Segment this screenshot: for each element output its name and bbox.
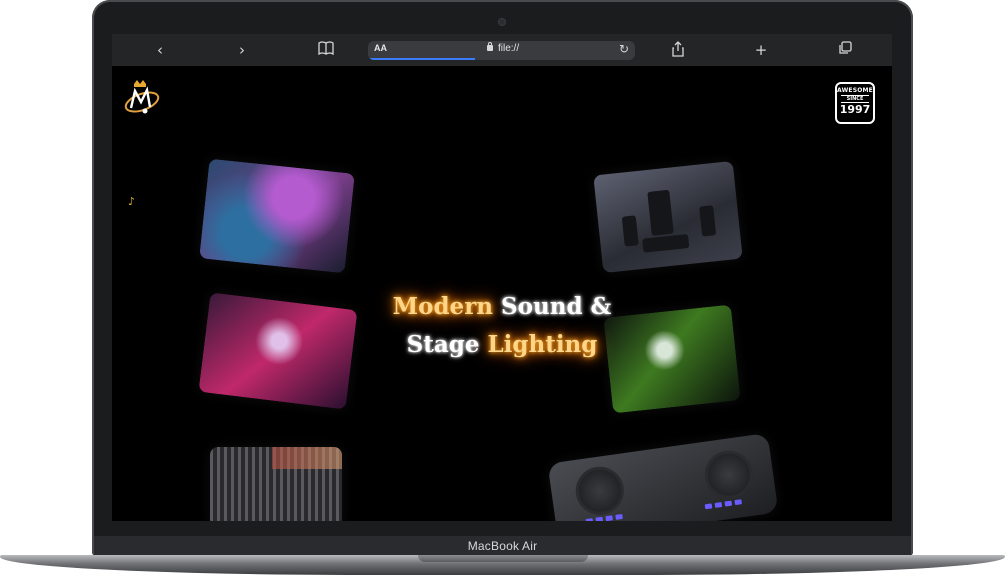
device-label: MacBook Air	[467, 539, 538, 553]
headline: Modern Sound & Stage Lighting	[312, 288, 692, 364]
headline-word: Sound	[501, 293, 583, 320]
badge-top-text: AWESOME	[837, 87, 873, 94]
laptop-notch	[418, 555, 588, 562]
since-1997-badge: AWESOME SINCE 1997	[835, 82, 875, 124]
headline-line-1: Modern Sound &	[312, 288, 692, 326]
logo-icon	[124, 80, 160, 114]
address-bar[interactable]: AA file:// ↻	[368, 41, 635, 60]
plus-icon[interactable]: +	[750, 41, 772, 59]
speaker-system-photo	[593, 160, 743, 274]
lock-icon	[487, 42, 493, 51]
headline-word: Modern	[392, 293, 494, 320]
tabs-icon[interactable]	[834, 41, 856, 59]
dj-photo	[199, 158, 355, 274]
reader-button[interactable]: AA	[374, 43, 387, 53]
dj-controller-photo	[547, 432, 779, 521]
book-icon[interactable]	[315, 41, 337, 59]
mixing-console-photo	[210, 447, 342, 521]
browser-toolbar: ‹ › AA file:// ↻ +	[112, 34, 892, 66]
chevron-left-icon[interactable]: ‹	[149, 41, 171, 59]
headline-line-2: Stage Lighting	[312, 326, 692, 364]
headline-word: Lighting	[487, 331, 598, 358]
camera	[499, 19, 505, 25]
music-note-icon: ♪	[128, 195, 136, 208]
browser-window: ‹ › AA file:// ↻ + AWESOME SINCE 1997 ♪	[112, 34, 892, 521]
headline-word: Stage	[406, 331, 480, 358]
reload-icon[interactable]: ↻	[619, 42, 629, 56]
share-icon[interactable]	[667, 41, 689, 59]
load-progress-bar	[368, 58, 475, 60]
badge-middle-text: SINCE	[841, 95, 869, 103]
laptop-chin: MacBook Air	[94, 536, 911, 556]
url-text: file://	[498, 43, 520, 54]
headline-word: &	[590, 293, 612, 320]
badge-year: 1997	[839, 103, 871, 116]
chevron-right-icon[interactable]: ›	[231, 41, 253, 59]
